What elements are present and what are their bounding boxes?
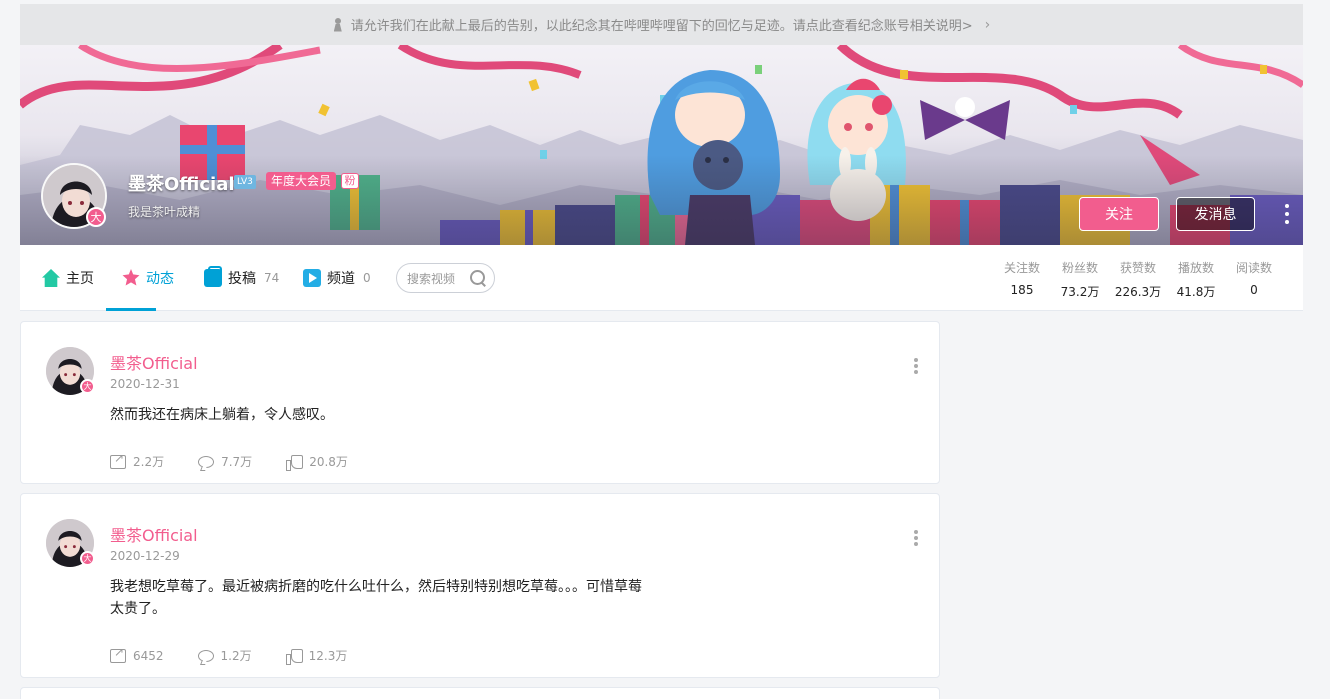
post-date: 2020-12-29 (110, 549, 180, 563)
stat-following[interactable]: 关注数 185 (997, 259, 1047, 297)
post-actions: 2.2万 7.7万 20.8万 (110, 451, 382, 471)
search-icon[interactable] (470, 270, 486, 286)
tab-posts[interactable]: 投稿 74 (204, 245, 279, 311)
stat-value: 73.2万 (1060, 285, 1100, 299)
candle-icon (333, 17, 343, 32)
search-placeholder: 搜索视频 (407, 271, 456, 286)
vip-badge[interactable]: 年度大会员 (266, 172, 337, 190)
stat-label: 播放数 (1177, 261, 1214, 275)
post-date: 2020-12-31 (110, 377, 180, 391)
profile-nav: 主页 动态 投稿 74 频道 0 搜索视频 关注数 185 粉丝数 73.2万 … (20, 245, 1303, 311)
tab-dynamics[interactable]: 动态 (122, 245, 174, 311)
stat-followers[interactable]: 粉丝数 73.2万 (1055, 259, 1105, 300)
follow-button[interactable]: 关注 (1079, 197, 1159, 231)
chevron-right-icon: › (984, 16, 991, 33)
stat-likes: 获赞数 226.3万 (1113, 259, 1163, 300)
posts-count: 74 (264, 271, 280, 285)
comment-icon (198, 455, 215, 468)
share-count: 6452 (133, 648, 164, 663)
share-button[interactable]: 6452 (110, 645, 164, 664)
like-count: 12.3万 (308, 649, 348, 663)
post-more-icon[interactable] (913, 358, 919, 374)
stat-value: 41.8万 (1176, 285, 1216, 299)
share-button[interactable]: 2.2万 (110, 451, 165, 470)
like-button[interactable]: 20.8万 (286, 453, 348, 471)
search-input[interactable]: 搜索视频 (396, 263, 495, 293)
send-message-button[interactable]: 发消息 (1176, 197, 1255, 231)
comment-icon (197, 649, 214, 662)
memorial-notice[interactable]: 请允许我们在此献上最后的告别，以此纪念其在哔哩哔哩留下的回忆与足迹。请点此查看纪… (20, 4, 1303, 45)
home-icon (42, 269, 60, 287)
profile-username: 墨茶Official (128, 174, 235, 195)
post-content: 然而我还在病床上躺着，令人感叹。 (110, 407, 334, 423)
dynamics-icon (122, 269, 140, 286)
stat-label: 粉丝数 (1061, 261, 1098, 275)
like-count: 20.8万 (309, 455, 348, 469)
dynamic-card: 大 墨茶Official 2020-12-29 我老想吃草莓了。最近被病折磨的吃… (20, 493, 940, 678)
channels-icon (303, 269, 321, 287)
post-actions: 6452 1.2万 12.3万 (110, 645, 381, 665)
channels-count: 0 (363, 271, 371, 285)
post-author[interactable]: 墨茶Official (110, 350, 198, 374)
stat-label: 关注数 (1003, 261, 1040, 275)
active-tab-indicator (106, 308, 156, 311)
like-button[interactable]: 12.3万 (285, 647, 348, 665)
posts-icon (204, 266, 222, 287)
tab-channels-label: 频道 (327, 271, 355, 287)
stat-value: 226.3万 (1114, 285, 1162, 299)
post-author[interactable]: 墨茶Official (110, 522, 198, 546)
more-options-icon[interactable] (1283, 204, 1291, 224)
thumbs-up-icon (285, 648, 303, 665)
share-icon (110, 451, 126, 469)
thumbs-up-icon (286, 454, 304, 471)
share-count: 2.2万 (133, 455, 165, 469)
avatar-badge: 大 (80, 551, 95, 566)
profile-signature: 我是茶叶成精 (128, 205, 201, 219)
notice-text[interactable]: 请允许我们在此献上最后的告别，以此纪念其在哔哩哔哩留下的回忆与足迹。请点此查看纪… (351, 15, 973, 34)
stat-reads: 阅读数 0 (1229, 259, 1279, 297)
stat-value: 185 (1010, 283, 1034, 297)
comment-count: 1.2万 (220, 649, 252, 663)
stat-label: 获赞数 (1119, 261, 1156, 275)
dynamic-card (20, 687, 940, 699)
dynamic-card: 大 墨茶Official 2020-12-31 然而我还在病床上躺着，令人感叹。… (20, 321, 940, 484)
stat-label: 阅读数 (1235, 261, 1272, 275)
tab-dynamics-label: 动态 (146, 271, 174, 287)
avatar-badge: 大 (86, 207, 106, 227)
comment-count: 7.7万 (221, 455, 253, 469)
avatar-badge: 大 (80, 379, 95, 394)
post-content: 我老想吃草莓了。最近被病折磨的吃什么吐什么，然后特别特别想吃草莓。。。可惜草莓太… (110, 579, 642, 617)
tab-home[interactable]: 主页 (42, 245, 94, 311)
post-more-icon[interactable] (913, 530, 919, 546)
tab-posts-label: 投稿 (228, 271, 256, 287)
level-badge: LV3 (234, 175, 256, 189)
comment-button[interactable]: 7.7万 (198, 453, 252, 470)
stat-plays: 播放数 41.8万 (1171, 259, 1221, 300)
tab-home-label: 主页 (66, 271, 94, 287)
tab-channels[interactable]: 频道 0 (303, 245, 371, 311)
comment-button[interactable]: 1.2万 (197, 647, 252, 664)
stat-value: 0 (1250, 283, 1258, 297)
fan-badge[interactable]: 粉 (341, 173, 359, 189)
share-icon (110, 645, 126, 663)
